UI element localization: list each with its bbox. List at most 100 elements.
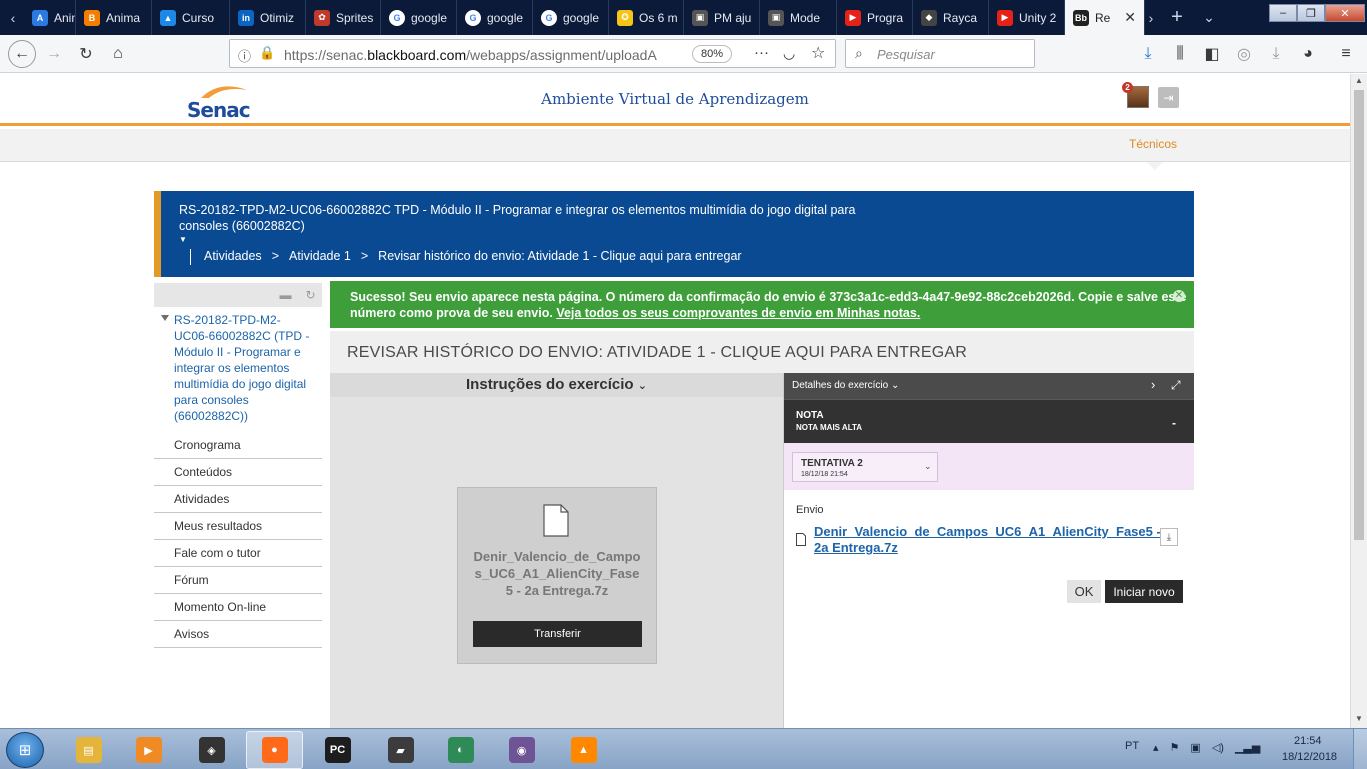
network-icon[interactable]: ▁▃▅ — [1235, 741, 1260, 755]
tab-favicon-icon: ▶ — [997, 9, 1013, 26]
tab-label: PM aju — [714, 10, 752, 25]
course-menu-item[interactable]: Conteúdos — [154, 459, 322, 486]
taskbar-app-media-player[interactable]: ▶ — [120, 731, 177, 769]
course-menu-item[interactable]: Momento On-line — [154, 594, 322, 621]
search-bar[interactable]: ⌕ Pesquisar — [845, 39, 1035, 68]
language-indicator[interactable]: PT — [1125, 740, 1139, 752]
taskbar-app-vlc[interactable]: ▲ — [555, 731, 612, 769]
reload-icon[interactable]: ↻ — [74, 42, 98, 66]
browser-tab[interactable]: ✿ Sprites — [306, 0, 381, 35]
browser-tab[interactable]: ▶ Unity 2 — [989, 0, 1065, 35]
download-button[interactable]: Transferir — [473, 621, 642, 647]
close-icon[interactable]: ✕ — [1173, 290, 1185, 302]
scroll-up-icon[interactable]: ▲ — [1355, 76, 1363, 85]
clock-time[interactable]: 21:54 — [1294, 735, 1322, 747]
course-menu-item[interactable]: Avisos — [154, 621, 322, 648]
url-bar[interactable]: ⓘ 🔒 https://senac.blackboard.com/webapps… — [229, 39, 836, 68]
taskbar-app-unity[interactable]: ◈ — [183, 731, 240, 769]
bookmark-star-icon[interactable]: ☆ — [811, 43, 825, 63]
expand-icon[interactable]: ⤢ — [1171, 378, 1181, 393]
info-icon[interactable]: ⓘ — [238, 46, 251, 65]
forward-icon[interactable]: → — [42, 42, 66, 66]
grades-link[interactable]: Veja todos os seus comprovantes de envio… — [556, 306, 920, 320]
attempt-select[interactable]: TENTATIVA 2 18/12/18 21:54 ⌄ — [792, 452, 938, 482]
flag-icon[interactable]: ⚑ — [1170, 741, 1180, 755]
sidebar-icon[interactable]: ◧ — [1200, 42, 1224, 66]
tab-scroll-left-icon[interactable]: ‹ — [2, 0, 24, 35]
browser-tab[interactable]: Ggoogle — [533, 0, 609, 35]
start-new-button[interactable]: Iniciar novo — [1105, 580, 1183, 603]
volume-icon[interactable]: ◁) — [1212, 741, 1224, 755]
menu-icon[interactable]: ≡ — [1334, 42, 1358, 66]
browser-tab[interactable]: ✪ Os 6 m — [609, 0, 684, 35]
browser-tab[interactable]: ◆ Rayca — [913, 0, 989, 35]
browser-tab[interactable]: A Anima — [24, 0, 76, 35]
course-menu-item[interactable]: Fale com o tutor — [154, 540, 322, 567]
refresh-icon[interactable]: ↻ — [304, 288, 317, 302]
extension-icon[interactable]: ◕ — [1296, 42, 1320, 66]
collapse-triangle-icon[interactable] — [161, 315, 169, 321]
browser-tab-strip: ‹ A Anima B Anima ▲ Curso in Otimiz ✿ Sprites Ggoo… — [0, 0, 1367, 35]
instructions-toggle[interactable]: Instruções do exercício ⌄ — [330, 373, 783, 397]
browser-tab[interactable]: Bb Re ✕ — [1065, 0, 1145, 35]
browser-tab[interactable]: B Anima — [76, 0, 152, 35]
show-desktop-button[interactable] — [1353, 729, 1367, 769]
tab-tecnicos[interactable]: Técnicos — [1129, 137, 1177, 151]
browser-tab[interactable]: ▣ PM aju — [684, 0, 760, 35]
logout-icon[interactable]: ⇥ — [1158, 87, 1179, 108]
back-icon[interactable]: ← — [8, 40, 36, 68]
chevron-right-icon[interactable]: › — [1151, 377, 1155, 392]
tab-scroll-right-icon[interactable]: › — [1140, 0, 1162, 35]
close-tab-icon[interactable]: ✕ — [1124, 9, 1136, 26]
taskbar-app-pycharm[interactable]: PC — [309, 731, 366, 769]
taskbar-app-github[interactable]: ◉ — [493, 731, 550, 769]
breadcrumb-item[interactable]: Atividade 1 — [289, 249, 351, 263]
browser-tab[interactable]: Ggoogle — [381, 0, 457, 35]
taskbar-app-firefox[interactable]: ● — [246, 731, 303, 769]
taskbar-app-earth[interactable]: ◐ — [432, 731, 489, 769]
course-menu-item[interactable]: Fórum — [154, 567, 322, 594]
scroll-down-icon[interactable]: ▼ — [1355, 714, 1363, 723]
course-title[interactable]: RS-20182-TPD-M2-UC06-66002882C TPD - Mód… — [179, 202, 899, 234]
download-icon[interactable]: ⤓ — [1160, 528, 1178, 546]
course-menu-item[interactable]: Meus resultados — [154, 513, 322, 540]
course-menu-caret-icon[interactable]: ▼ — [179, 235, 187, 244]
browser-tab[interactable]: ▲ Curso — [152, 0, 230, 35]
save-icon[interactable]: ⤓ — [1264, 42, 1288, 66]
tab-label: Unity 2 — [1019, 10, 1057, 25]
browser-tab[interactable]: in Otimiz — [230, 0, 306, 35]
submission-file-link[interactable]: Denir_Valencio_de_Campos_UC6_A1_AlienCit… — [814, 524, 1164, 556]
minimize-icon[interactable]: – — [1269, 4, 1297, 22]
course-menu-link[interactable]: RS-20182-TPD-M2-UC06-66002882C (TPD - Mó… — [154, 307, 322, 432]
home-icon[interactable]: ⌂ — [106, 42, 130, 66]
pocket-icon[interactable]: ◡ — [783, 45, 795, 62]
course-menu-item[interactable]: Cronograma — [154, 432, 322, 459]
new-tab-icon[interactable]: + — [1166, 0, 1188, 35]
notification-badge[interactable]: 2 — [1122, 82, 1133, 93]
library-icon[interactable]: ⫼ — [1168, 42, 1192, 66]
zoom-level[interactable]: 80% — [692, 45, 732, 63]
browser-tab[interactable]: ▣ Mode — [760, 0, 837, 35]
downloads-icon[interactable]: ⤓ — [1136, 42, 1160, 66]
ok-button[interactable]: OK — [1067, 580, 1101, 603]
folder-view-icon[interactable]: ▬ — [279, 288, 292, 302]
taskbar-app-explorer[interactable]: ▤ — [60, 731, 117, 769]
tab-list-icon[interactable]: ⌄ — [1198, 0, 1220, 35]
vertical-scrollbar[interactable]: ▲ ▼ — [1350, 74, 1367, 728]
page-actions-icon[interactable]: ··· — [754, 44, 769, 61]
scrollbar-thumb[interactable] — [1354, 90, 1364, 540]
browser-tab[interactable]: ▶ Progra — [837, 0, 913, 35]
sync-icon[interactable]: ◎ — [1232, 42, 1256, 66]
taskbar-app-scanner[interactable]: ▰ — [372, 731, 429, 769]
details-toggle[interactable]: Detalhes do exercício ⌄ — [792, 380, 899, 391]
url-text[interactable]: https://senac.blackboard.com/webapps/ass… — [284, 47, 684, 63]
course-menu-item[interactable]: Atividades — [154, 486, 322, 513]
breadcrumb-item[interactable]: Atividades — [204, 249, 262, 263]
close-window-icon[interactable]: ✕ — [1325, 4, 1365, 22]
clock-date[interactable]: 18/12/2018 — [1282, 751, 1337, 763]
start-button[interactable]: ⊞ — [6, 732, 44, 768]
maximize-icon[interactable]: ❐ — [1297, 4, 1325, 22]
browser-tab[interactable]: Ggoogle — [457, 0, 533, 35]
device-icon[interactable]: ▣ — [1190, 741, 1200, 755]
tray-expand-icon[interactable]: ▴ — [1153, 741, 1159, 755]
